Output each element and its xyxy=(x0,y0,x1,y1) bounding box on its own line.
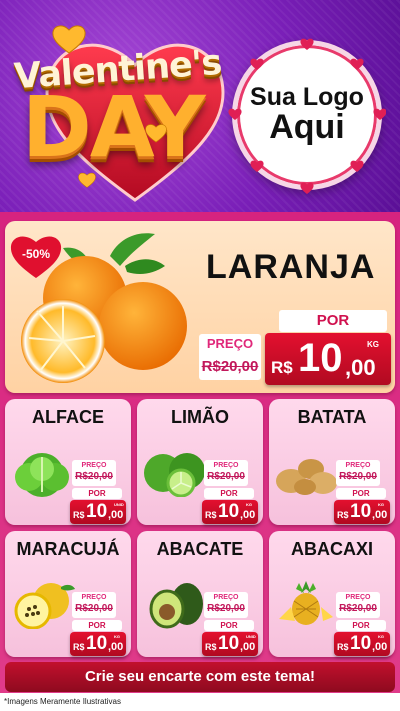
avocado-icon xyxy=(139,579,209,633)
price-unit: UNID xyxy=(114,502,124,507)
product-card[interactable]: ABACAXI PREÇO R$20,00 POR R$ 10 ,00 KG xyxy=(269,531,395,657)
price-decimal: ,00 xyxy=(240,641,256,653)
price-integer: 10 xyxy=(218,633,240,654)
old-price: R$20,00 xyxy=(201,358,259,375)
product-name: MARACUJÁ xyxy=(16,539,120,559)
price-unit: KG xyxy=(378,502,384,507)
price-integer: 10 xyxy=(218,501,240,522)
product-card[interactable]: ABACATE PREÇO R$20,00 POR R$ 10 ,00 UNID xyxy=(137,531,263,657)
currency: R$ xyxy=(337,642,349,652)
price-decimal: ,00 xyxy=(108,641,124,653)
disclaimer: *Imagens Meramente Ilustrativas xyxy=(4,697,121,706)
new-price: R$ 10 ,00 KG xyxy=(202,500,258,524)
product-name: ABACATE xyxy=(156,539,244,559)
price-integer: 10 xyxy=(86,501,108,522)
discount-badge: -50% xyxy=(10,233,62,279)
gold-heart-icon xyxy=(145,124,167,143)
product-name: ABACAXI xyxy=(290,539,373,559)
price-unit: KG xyxy=(378,634,384,639)
cta-banner[interactable]: Crie seu encarte com este tema! xyxy=(5,662,395,692)
old-price: R$20,00 xyxy=(339,603,377,614)
currency: R$ xyxy=(205,642,217,652)
new-price: R$ 10 ,00 UNID xyxy=(70,500,126,524)
por-label: POR xyxy=(336,620,386,631)
preco-label: PREÇO xyxy=(81,594,107,601)
potato-icon xyxy=(271,447,341,501)
price-decimal: ,00 xyxy=(240,509,256,521)
price-integer: 10 xyxy=(350,501,372,522)
product-name: BATATA xyxy=(297,407,367,427)
new-price: R$ 10 ,00 KG xyxy=(334,632,390,656)
lettuce-icon xyxy=(7,447,77,501)
product-card[interactable]: LIMÃO PREÇO R$20,00 POR R$ 10 ,00 KG xyxy=(137,399,263,525)
currency: R$ xyxy=(73,510,85,520)
price-integer: 10 xyxy=(350,633,372,654)
por-label: POR xyxy=(336,488,386,499)
new-price: R$ 10 ,00 UNID xyxy=(202,632,258,656)
price-unit: KG xyxy=(367,340,379,349)
price-decimal: ,00 xyxy=(345,355,376,380)
product-card[interactable]: MARACUJÁ PREÇO R$20,00 POR R$ 10 ,00 KG xyxy=(5,531,131,657)
old-price: R$20,00 xyxy=(207,603,245,614)
preco-label: PREÇO xyxy=(213,594,239,601)
old-price: R$20,00 xyxy=(339,471,377,482)
preco-label: PREÇO xyxy=(345,594,371,601)
gold-heart-icon xyxy=(52,25,86,54)
old-price: R$20,00 xyxy=(75,603,113,614)
por-label: POR xyxy=(279,310,387,332)
price-unit: KG xyxy=(114,634,120,639)
por-label: POR xyxy=(204,620,254,631)
old-price: R$20,00 xyxy=(207,471,245,482)
pineapple-icon xyxy=(271,579,341,633)
product-name: LIMÃO xyxy=(171,407,229,427)
currency: R$ xyxy=(73,642,85,652)
preco-label: PREÇO xyxy=(206,336,254,351)
price-decimal: ,00 xyxy=(372,509,388,521)
currency: R$ xyxy=(271,358,293,377)
new-price: R$ 10 ,00 KG xyxy=(265,333,391,385)
price-integer: 10 xyxy=(298,336,343,380)
new-price: R$ 10 ,00 KG xyxy=(334,500,390,524)
discount-label: -50% xyxy=(21,247,50,261)
product-name: ALFACE xyxy=(32,407,104,427)
title-day: DAY xyxy=(22,78,206,176)
old-price: R$20,00 xyxy=(75,471,113,482)
price-unit: UNID xyxy=(246,634,256,639)
preco-label: PREÇO xyxy=(345,462,371,469)
lime-icon xyxy=(139,447,209,501)
preco-label: PREÇO xyxy=(81,462,107,469)
preco-label: PREÇO xyxy=(213,462,239,469)
product-card[interactable]: BATATA PREÇO R$20,00 POR R$ 10 ,00 KG xyxy=(269,399,395,525)
header: Valentine's DAY Sua Logo Aqui xyxy=(0,0,400,215)
price-unit: KG xyxy=(246,502,252,507)
currency: R$ xyxy=(205,510,217,520)
new-price: R$ 10 ,00 KG xyxy=(70,632,126,656)
currency: R$ xyxy=(337,510,349,520)
price-decimal: ,00 xyxy=(108,509,124,521)
price-decimal: ,00 xyxy=(372,641,388,653)
passion-fruit-icon xyxy=(7,579,77,633)
price-integer: 10 xyxy=(86,633,108,654)
por-label: POR xyxy=(72,620,122,631)
por-label: POR xyxy=(204,488,254,499)
hero-product-name: LARANJA xyxy=(206,248,376,286)
gold-heart-icon xyxy=(78,172,96,188)
por-label: POR xyxy=(72,488,122,499)
small-hearts-ring-icon xyxy=(228,38,386,194)
product-card[interactable]: ALFACE PREÇO R$20,00 POR R$ 10 ,00 UNID xyxy=(5,399,131,525)
